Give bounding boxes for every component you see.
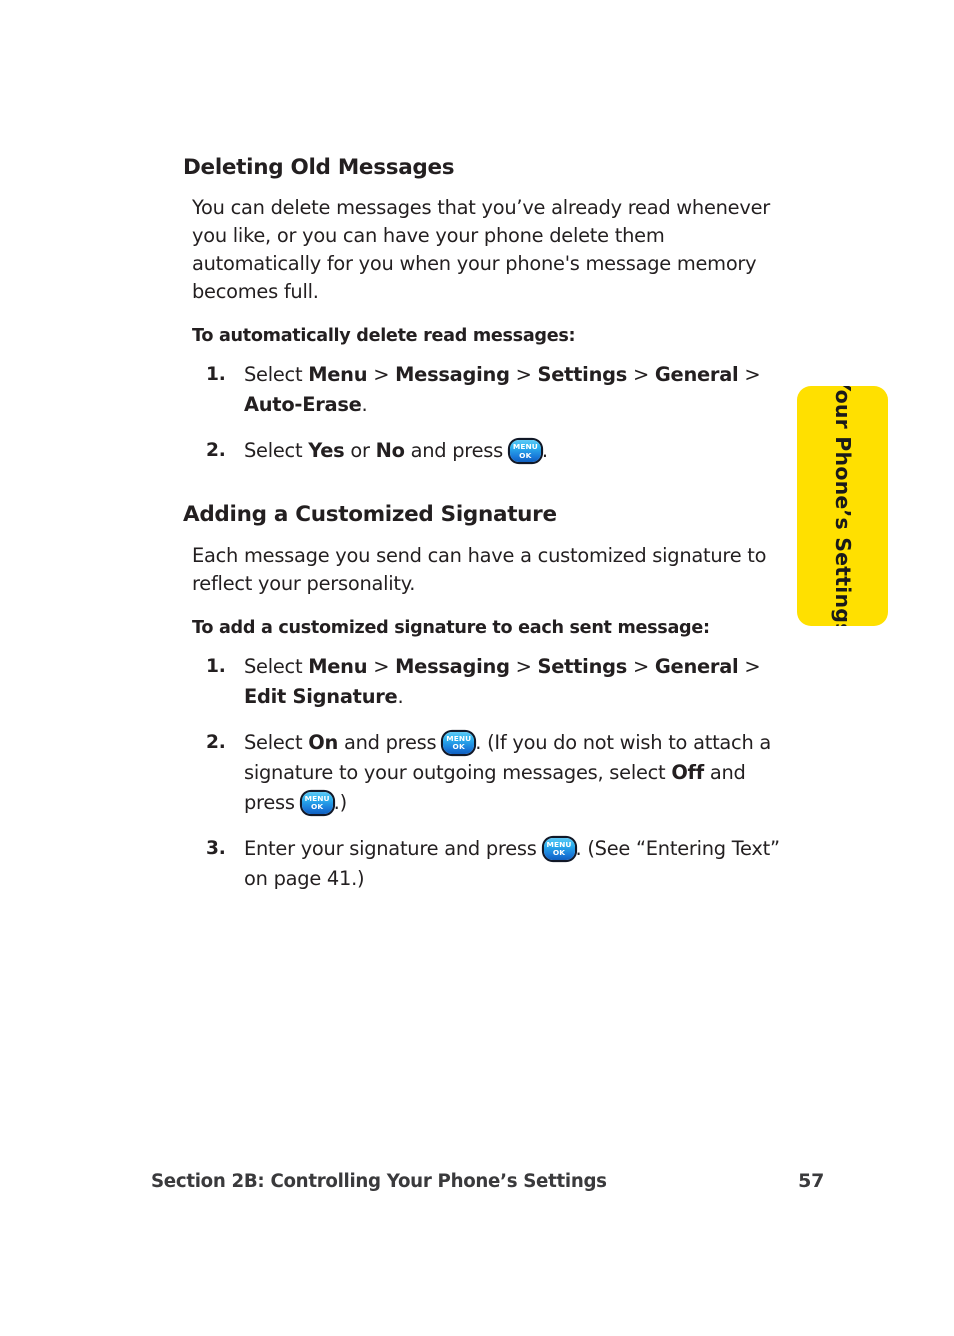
menu-ok-key-line1: MENU xyxy=(446,733,472,743)
step-text: Enter your signature and press MENU OK. (… xyxy=(244,836,780,890)
page-footer: Section 2B: Controlling Your Phone’s Set… xyxy=(151,1170,824,1192)
menu-ok-key-icon: MENU OK xyxy=(509,440,541,463)
menu-keyword: Messaging xyxy=(395,654,510,678)
procedure-step: 2. Select On and press MENU OK. (If you do… xyxy=(192,728,783,818)
menu-ok-key-line2: OK xyxy=(519,451,532,461)
section-heading: Adding a Customized Signature xyxy=(183,502,557,528)
step-text: Select Menu > Messaging > Settings > Gen… xyxy=(244,363,761,417)
menu-keyword: Menu xyxy=(308,654,368,678)
side-thumb-tab-label: Your Phone’s Settings xyxy=(830,386,855,626)
procedure-step: 3. Enter your signature and press MENU OK.… xyxy=(192,834,783,894)
menu-ok-key-line2: OK xyxy=(552,848,566,858)
step-number: 1. xyxy=(206,655,226,677)
menu-keyword: Settings xyxy=(537,363,628,387)
procedure-lead-in: To automatically delete read messages: xyxy=(192,326,576,347)
menu-ok-key-line2: OK xyxy=(310,802,324,812)
procedure-lead-in: To add a customized signature to each se… xyxy=(192,617,710,638)
menu-keyword: Settings xyxy=(537,654,628,678)
step-number: 2. xyxy=(206,440,226,462)
section-paragraph: Each message you send can have a customi… xyxy=(192,543,767,595)
menu-keyword: General xyxy=(654,654,739,678)
menu-keyword: Yes xyxy=(308,439,345,463)
step-number: 3. xyxy=(206,837,226,859)
menu-keyword: Messaging xyxy=(395,363,510,387)
menu-ok-key-line2: OK xyxy=(452,742,465,752)
footer-section-label: Section 2B: Controlling Your Phone’s Set… xyxy=(151,1171,607,1192)
page-content: Deleting Old Messages You can delete mess… xyxy=(183,155,783,900)
menu-ok-key-label: MENU OK xyxy=(443,732,474,754)
menu-ok-key-icon: MENU OK xyxy=(443,731,475,754)
menu-ok-key-icon: MENU OK xyxy=(301,791,333,814)
step-text: Select On and press MENU OK. (If you do n… xyxy=(244,730,772,814)
menu-ok-key-icon: MENU OK xyxy=(543,837,575,860)
document-page: Your Phone’s Settings Deleting Old Messa… xyxy=(0,0,954,1336)
side-thumb-tab: Your Phone’s Settings xyxy=(797,386,888,626)
menu-keyword: Edit Signature xyxy=(244,684,398,708)
menu-keyword: On xyxy=(308,730,339,754)
menu-keyword: General xyxy=(654,363,739,387)
menu-ok-key-line1: MENU xyxy=(546,839,572,849)
sections-container: Deleting Old Messages You can delete mess… xyxy=(183,155,783,894)
footer-page-number: 57 xyxy=(798,1170,824,1192)
menu-ok-key-label: MENU OK xyxy=(544,838,575,860)
menu-keyword: No xyxy=(375,439,405,463)
section-paragraph: You can delete messages that you’ve alre… xyxy=(192,196,770,304)
step-number: 2. xyxy=(206,731,226,753)
procedure-step-list: 1. Select Menu > Messaging > Settings > G… xyxy=(183,652,783,894)
menu-ok-key-label: MENU OK xyxy=(510,440,541,462)
step-number: 1. xyxy=(206,364,226,386)
step-text: Select Menu > Messaging > Settings > Gen… xyxy=(244,654,761,708)
menu-keyword: Auto-Erase xyxy=(244,393,362,417)
procedure-step: 1. Select Menu > Messaging > Settings > G… xyxy=(192,652,783,712)
section-heading: Deleting Old Messages xyxy=(183,155,455,180)
menu-ok-key-label: MENU OK xyxy=(302,792,333,814)
step-text: Select Yes or No and press MENU OK. xyxy=(244,439,548,463)
menu-keyword: Off xyxy=(671,760,704,784)
procedure-step: 1. Select Menu > Messaging > Settings > G… xyxy=(192,360,783,420)
menu-ok-key-line1: MENU xyxy=(304,793,330,803)
menu-ok-key-line1: MENU xyxy=(512,442,538,452)
procedure-step-list: 1. Select Menu > Messaging > Settings > G… xyxy=(183,360,783,466)
procedure-step: 2. Select Yes or No and press MENU OK. xyxy=(192,436,783,466)
menu-keyword: Menu xyxy=(308,363,368,387)
